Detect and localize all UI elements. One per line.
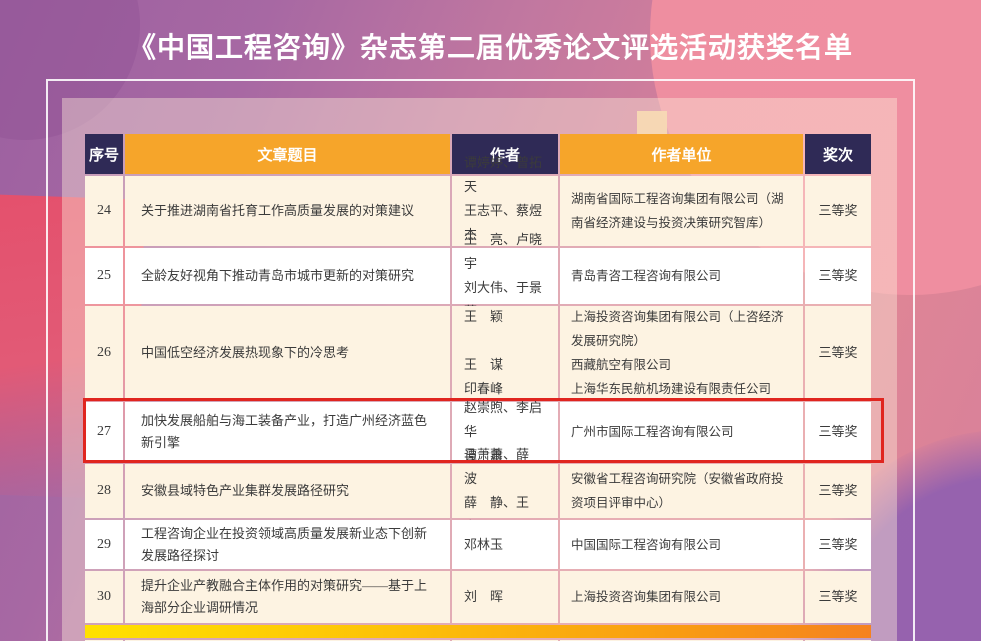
table-row: 25 全龄友好视角下推动青岛市城市更新的对策研究 王 亮、卢晓宇 刘大伟、于景菲…: [85, 248, 871, 304]
award-cell: 三等奖: [805, 571, 871, 623]
authors-cell: 马萧萧、薛 波 薛 静、王 亮: [452, 464, 558, 518]
header-award: 奖次: [805, 134, 871, 174]
article-title-cell: 提升企业产教融合主体作用的对策研究——基于上海部分企业调研情况: [125, 571, 450, 623]
authors: 刘 晖: [464, 585, 503, 609]
award-level: 三等奖: [818, 421, 857, 443]
header-title: 文章题目: [125, 134, 450, 174]
award-level: 三等奖: [818, 586, 857, 608]
organization-cell: 青岛青咨工程咨询有限公司: [560, 248, 803, 304]
row-number: 28: [97, 480, 111, 502]
organization: 湖南省国际工程咨询集团有限公司（湖南省经济建设与投资决策研究智库）: [571, 187, 792, 235]
article-title: 关于推进湖南省托育工作高质量发展的对策建议: [141, 200, 414, 222]
row-number-cell: 26: [85, 306, 123, 400]
row-number-cell: 28: [85, 464, 123, 518]
row-number: 29: [97, 534, 111, 556]
award-cell: 三等奖: [805, 520, 871, 569]
article-title: 提升企业产教融合主体作用的对策研究——基于上海部分企业调研情况: [141, 575, 434, 619]
award-table: 序号 文章题目 作者 作者单位 奖次 24 关于推进湖南省托育工作高质量发展的对…: [85, 134, 871, 641]
article-title-cell: 中国低空经济发展热现象下的冷思考: [125, 306, 450, 400]
article-title-cell: 全龄友好视角下推动青岛市城市更新的对策研究: [125, 248, 450, 304]
organization: 上海投资咨询集团有限公司（上咨经济发展研究院） 西藏航空有限公司 上海华东民航机…: [571, 305, 792, 401]
page-title: 《中国工程咨询》杂志第二届优秀论文评选活动获奖名单: [0, 26, 981, 66]
organization: 安徽省工程咨询研究院（安徽省政府投资项目评审中心）: [571, 467, 792, 515]
organization: 广州市国际工程咨询有限公司: [571, 420, 734, 444]
table-row: 30 提升企业产教融合主体作用的对策研究——基于上海部分企业调研情况 刘 晖 上…: [85, 571, 871, 623]
authors-cell: 王 亮、卢晓宇 刘大伟、于景菲: [452, 248, 558, 304]
article-title-cell: 关于推进湖南省托育工作高质量发展的对策建议: [125, 176, 450, 246]
page-background: 《中国工程咨询》杂志第二届优秀论文评选活动获奖名单 序号 文章题目 作者 作者单…: [0, 0, 981, 641]
award-cell: 三等奖: [805, 402, 871, 462]
table-row: 29 工程咨询企业在投资领域高质量发展新业态下创新发展路径探讨 邓林玉 中国国际…: [85, 520, 871, 569]
row-number: 25: [97, 265, 111, 287]
organization-cell: 上海投资咨询集团有限公司: [560, 571, 803, 623]
row-number: 30: [97, 586, 111, 608]
organization: 青岛青咨工程咨询有限公司: [571, 264, 721, 288]
award-cell: 三等奖: [805, 464, 871, 518]
row-number-cell: 25: [85, 248, 123, 304]
organization-cell: 上海投资咨询集团有限公司（上咨经济发展研究院） 西藏航空有限公司 上海华东民航机…: [560, 306, 803, 400]
article-title-cell: 加快发展船舶与海工装备产业，打造广州经济蓝色新引擎: [125, 402, 450, 462]
award-level: 三等奖: [818, 200, 857, 222]
article-title: 安徽县域特色产业集群发展路径研究: [141, 480, 349, 502]
article-title-cell: 工程咨询企业在投资领域高质量发展新业态下创新发展路径探讨: [125, 520, 450, 569]
award-cell: 三等奖: [805, 248, 871, 304]
award-level: 三等奖: [818, 480, 857, 502]
organization-cell: 广州市国际工程咨询有限公司: [560, 402, 803, 462]
organization-cell: 湖南省国际工程咨询集团有限公司（湖南省经济建设与投资决策研究智库）: [560, 176, 803, 246]
article-title: 中国低空经济发展热现象下的冷思考: [141, 342, 349, 364]
row-number: 27: [97, 421, 111, 443]
row-number-cell: 24: [85, 176, 123, 246]
row-number: 24: [97, 200, 111, 222]
decor-peach-square: [637, 111, 667, 134]
organization-cell: 安徽省工程咨询研究院（安徽省政府投资项目评审中心）: [560, 464, 803, 518]
article-title-cell: 安徽县域特色产业集群发展路径研究: [125, 464, 450, 518]
award-level: 三等奖: [818, 534, 857, 556]
organization: 上海投资咨询集团有限公司: [571, 585, 721, 609]
article-title: 全龄友好视角下推动青岛市城市更新的对策研究: [141, 265, 414, 287]
authors: 邓林玉: [464, 533, 503, 557]
article-title: 工程咨询企业在投资领域高质量发展新业态下创新发展路径探讨: [141, 523, 434, 567]
authors: 王 颖 王 谋 印春峰: [464, 305, 503, 401]
organization: 中国国际工程咨询有限公司: [571, 533, 721, 557]
bottom-gradient-bar: [85, 625, 871, 638]
organization-cell: 中国国际工程咨询有限公司: [560, 520, 803, 569]
award-cell: 三等奖: [805, 306, 871, 400]
header-org: 作者单位: [560, 134, 803, 174]
table-row: 28 安徽县域特色产业集群发展路径研究 马萧萧、薛 波 薛 静、王 亮 安徽省工…: [85, 464, 871, 518]
table-row: 26 中国低空经济发展热现象下的冷思考 王 颖 王 谋 印春峰 上海投资咨询集团…: [85, 306, 871, 400]
header-no: 序号: [85, 134, 123, 174]
row-number-cell: 30: [85, 571, 123, 623]
award-cell: 三等奖: [805, 176, 871, 246]
row-number-cell: 29: [85, 520, 123, 569]
award-level: 三等奖: [818, 342, 857, 364]
article-title: 加快发展船舶与海工装备产业，打造广州经济蓝色新引擎: [141, 410, 434, 454]
authors-cell: 邓林玉: [452, 520, 558, 569]
authors-cell: 刘 晖: [452, 571, 558, 623]
row-number: 26: [97, 342, 111, 364]
award-level: 三等奖: [818, 265, 857, 287]
authors-cell: 王 颖 王 谋 印春峰: [452, 306, 558, 400]
row-number-cell: 27: [85, 402, 123, 462]
